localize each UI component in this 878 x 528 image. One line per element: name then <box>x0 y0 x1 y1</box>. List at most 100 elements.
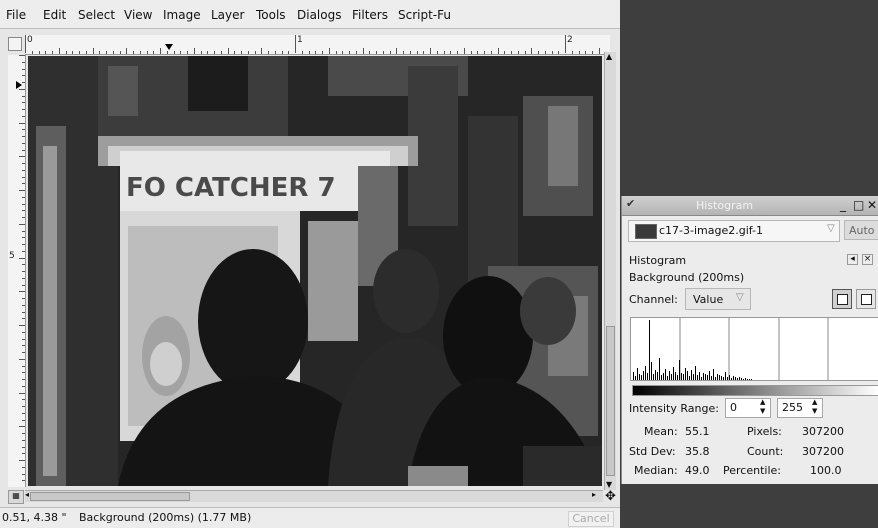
menu-script-fu[interactable]: Script-Fu <box>398 8 451 22</box>
scroll-up-arrow-icon[interactable]: ▲ <box>606 52 612 61</box>
log-histogram-icon[interactable] <box>856 289 876 309</box>
close-icon[interactable]: ✕ <box>867 198 877 212</box>
sign-text: FO CATCHER 7 <box>126 173 336 203</box>
median-label: Median: <box>634 464 678 477</box>
histogram-bar <box>645 366 646 380</box>
histogram-bar <box>747 379 748 380</box>
histogram-bar <box>639 374 640 380</box>
close-tab-icon[interactable]: × <box>862 254 873 265</box>
move-cross-icon[interactable]: ✥ <box>605 489 616 504</box>
quick-mask-toggle[interactable] <box>8 37 22 51</box>
histogram-bar <box>633 372 634 380</box>
histogram-bar <box>673 367 674 380</box>
image-selector-label: c17-3-image2.gif-1 <box>659 224 764 237</box>
menu-select[interactable]: Select <box>78 8 115 22</box>
histogram-bar <box>739 377 740 380</box>
hruler-label-0: 0 <box>27 35 33 45</box>
tab-menu-icon[interactable]: ◂ <box>847 254 858 265</box>
channel-select[interactable]: Value ▽ <box>685 288 751 310</box>
cancel-button[interactable]: Cancel <box>568 511 614 527</box>
pixels-value: 307200 <box>802 425 844 438</box>
panel-title: Histogram <box>629 254 687 267</box>
histogram-bar <box>655 370 656 380</box>
chevron-down-icon: ▽ <box>827 223 835 234</box>
histogram-bar <box>683 374 684 380</box>
vertical-ruler[interactable]: 5 <box>8 55 26 487</box>
horizontal-scrollbar[interactable]: ◂ ▸ <box>25 490 603 502</box>
range-max-spinner[interactable]: 255 ▲ ▼ <box>777 398 823 418</box>
hruler-label-1: 1 <box>297 35 303 45</box>
menu-tools[interactable]: Tools <box>256 8 286 22</box>
histogram-bar <box>679 360 680 380</box>
vertical-scrollbar[interactable]: ▲ ▼ <box>604 52 616 490</box>
range-min-value: 0 <box>730 401 737 414</box>
histogram-bar <box>737 378 738 380</box>
menu-layer[interactable]: Layer <box>211 8 244 22</box>
auto-button[interactable]: Auto <box>844 220 878 240</box>
count-label: Count: <box>747 445 784 458</box>
pixels-label: Pixels: <box>747 425 782 438</box>
horizontal-ruler[interactable]: 0 1 2 <box>25 35 610 55</box>
histogram-bar <box>665 369 666 380</box>
histogram-bar <box>637 368 638 380</box>
spinner-arrows-icon[interactable]: ▲ ▼ <box>812 398 817 416</box>
image-selector[interactable]: c17-3-image2.gif-1 ▽ <box>628 220 840 242</box>
menu-edit[interactable]: Edit <box>43 8 66 22</box>
histogram-view[interactable] <box>630 317 878 381</box>
linear-histogram-icon[interactable] <box>832 289 852 309</box>
histogram-bar <box>663 373 664 380</box>
menu-view[interactable]: View <box>124 8 152 22</box>
histogram-bar <box>741 378 742 380</box>
vertical-scroll-thumb[interactable] <box>606 326 615 476</box>
scroll-right-arrow-icon[interactable]: ▸ <box>592 490 596 499</box>
chevron-down-icon: ▽ <box>736 292 744 303</box>
histogram-bar <box>735 377 736 380</box>
menubar: File Edit Select View Image Layer Tools … <box>0 0 620 29</box>
pointer-marker-icon <box>165 44 173 50</box>
histogram-bar <box>667 376 668 380</box>
spinner-arrows-icon[interactable]: ▲ ▼ <box>760 398 765 416</box>
histogram-bar <box>677 375 678 380</box>
mean-value: 55.1 <box>685 425 710 438</box>
percentile-label: Percentile: <box>723 464 781 477</box>
channel-label: Channel: <box>629 293 678 306</box>
menu-file[interactable]: File <box>6 8 26 22</box>
photo: FO CATCHER 7 <box>28 56 602 486</box>
median-value: 49.0 <box>685 464 710 477</box>
histogram-bar <box>693 374 694 380</box>
image-canvas[interactable]: FO CATCHER 7 <box>28 56 602 486</box>
histogram-bar <box>709 371 710 380</box>
range-max-value: 255 <box>782 401 803 414</box>
histogram-bar <box>635 376 636 380</box>
maximize-icon[interactable]: □ <box>853 198 864 212</box>
navigation-icon[interactable]: ▦ <box>8 490 24 504</box>
minimize-icon[interactable]: _ <box>840 198 846 212</box>
histogram-bar <box>657 372 658 380</box>
horizontal-scroll-thumb[interactable] <box>30 492 190 501</box>
histogram-bar <box>719 375 720 380</box>
histogram-bar <box>647 373 648 380</box>
intensity-gradient <box>632 385 878 396</box>
stddev-label: Std Dev: <box>629 445 676 458</box>
menu-filters[interactable]: Filters <box>352 8 388 22</box>
menu-image[interactable]: Image <box>163 8 201 22</box>
histogram-bar <box>661 375 662 380</box>
menu-dialogs[interactable]: Dialogs <box>297 8 341 22</box>
histogram-bar <box>681 373 682 380</box>
histogram-bar <box>671 374 672 380</box>
histogram-bar <box>749 379 750 380</box>
mean-label: Mean: <box>644 425 678 438</box>
scroll-left-arrow-icon[interactable]: ◂ <box>25 490 29 499</box>
histogram-bar <box>743 379 744 380</box>
histogram-bar <box>685 368 686 380</box>
scroll-down-arrow-icon[interactable]: ▼ <box>606 480 612 489</box>
histogram-bar <box>701 377 702 380</box>
stddev-value: 35.8 <box>685 445 710 458</box>
count-value: 307200 <box>802 445 844 458</box>
histogram-bar <box>651 362 652 380</box>
histogram-titlebar[interactable]: ✔ Histogram _ □ ✕ <box>622 196 878 216</box>
range-min-spinner[interactable]: 0 ▲ ▼ <box>725 398 771 418</box>
histogram-bar <box>715 377 716 380</box>
histogram-graph <box>633 318 829 380</box>
histogram-bar <box>675 372 676 380</box>
